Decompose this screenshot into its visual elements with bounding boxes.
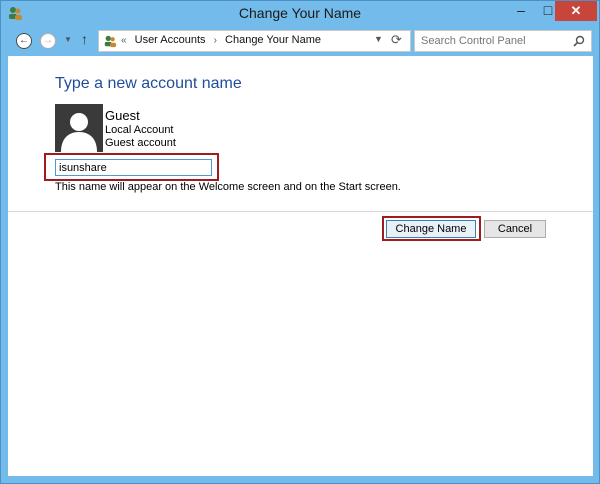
back-arrow-icon[interactable]: ← — [16, 33, 32, 49]
breadcrumb-overflow-icon[interactable]: « — [121, 35, 127, 46]
forward-arrow-icon[interactable]: → — [40, 33, 56, 49]
address-bar[interactable]: « User Accounts › Change Your Name ▼ ⟳ — [98, 30, 411, 52]
up-arrow-icon[interactable]: ↑ — [81, 31, 88, 47]
name-hint-text: This name will appear on the Welcome scr… — [55, 181, 401, 193]
user-accounts-icon — [103, 34, 117, 48]
divider — [8, 211, 593, 212]
close-button[interactable]: ✕ — [555, 1, 597, 21]
search-icon[interactable] — [573, 35, 585, 47]
recent-locations-chevron-icon[interactable]: ▼ — [64, 35, 72, 44]
account-type: Local Account — [105, 124, 174, 136]
refresh-icon[interactable]: ⟳ — [391, 32, 402, 48]
breadcrumb-user-accounts[interactable]: User Accounts — [135, 34, 206, 46]
avatar — [55, 104, 103, 152]
content-pane: Type a new account name Guest Local Acco… — [8, 56, 593, 476]
new-name-input[interactable] — [55, 159, 212, 176]
search-input[interactable] — [421, 33, 561, 49]
search-box[interactable] — [414, 30, 592, 52]
navigation-bar: ← → ▼ ↑ « User Accounts › Change Your Na… — [8, 27, 593, 55]
window: Change Your Name – □ ✕ ← → ▼ ↑ « User Ac… — [0, 0, 600, 484]
title-bar[interactable]: Change Your Name – □ ✕ — [1, 1, 599, 26]
breadcrumb-change-your-name[interactable]: Change Your Name — [225, 34, 321, 46]
breadcrumb: « User Accounts › Change Your Name — [121, 34, 321, 46]
breadcrumb-separator-icon[interactable]: › — [214, 35, 217, 46]
cancel-button[interactable]: Cancel — [484, 220, 546, 238]
minimize-button[interactable]: – — [507, 1, 535, 21]
address-dropdown-icon[interactable]: ▼ — [374, 34, 383, 44]
change-name-button[interactable]: Change Name — [386, 220, 476, 238]
user-silhouette-icon — [55, 104, 103, 152]
page-heading: Type a new account name — [55, 75, 242, 92]
account-name: Guest — [105, 108, 140, 123]
account-subtype: Guest account — [105, 137, 176, 149]
